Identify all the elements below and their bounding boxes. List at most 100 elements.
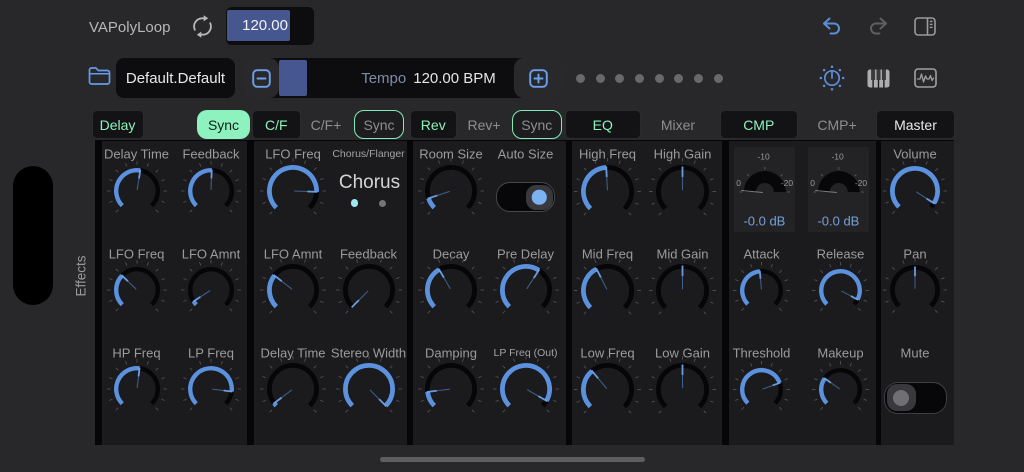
page-dot[interactable]: [576, 74, 585, 83]
minus-icon: [251, 68, 271, 88]
knob-delay-feedback[interactable]: [178, 158, 244, 224]
toggle-auto-size[interactable]: [495, 182, 555, 212]
tab-label: Sync: [363, 116, 395, 133]
folder-icon[interactable]: [88, 66, 111, 86]
meter-scale-label: -10: [757, 152, 770, 162]
tempo-increment-button[interactable]: [514, 58, 562, 98]
tab-cmp-10[interactable]: CMP: [720, 110, 798, 139]
knob-reverb-damping[interactable]: [415, 353, 487, 425]
knob-master-volume[interactable]: [880, 156, 950, 226]
page-dot[interactable]: [634, 74, 644, 83]
effect-panel-chorus-flanger: LFO Freq Chorus/Flanger Chorus LFO Amnt Feed…: [253, 140, 407, 445]
page-dot[interactable]: [654, 74, 664, 83]
tempo-field-value: 120.00: [242, 17, 288, 34]
knob-compressor-makeup[interactable]: [809, 358, 872, 421]
tab-master-12[interactable]: Master: [876, 110, 955, 139]
effects-rack: Delay Time Feedback LFO Freq LFO Amnt HP Fre…: [95, 139, 954, 445]
knob-delay-delay-time[interactable]: [104, 158, 170, 224]
tempo-number-field[interactable]: 120.00: [226, 7, 314, 45]
tab-sync-4[interactable]: Sync: [354, 110, 404, 139]
meter-scale-label: 0: [736, 178, 741, 188]
meter-value-label: -0.0 dB: [743, 214, 785, 229]
knob-eq-mid-gain[interactable]: [646, 254, 719, 327]
knob-delay-lfo-freq[interactable]: [104, 257, 170, 323]
toggle-label: Mute: [900, 345, 930, 360]
knob-eq-low-gain[interactable]: [646, 353, 719, 426]
toggle-knob-dot: [893, 389, 909, 406]
tempo-decrement-button[interactable]: [243, 58, 279, 98]
loop-icon[interactable]: [190, 14, 215, 39]
tab-label: Master: [894, 116, 937, 133]
knob-eq-high-gain[interactable]: [646, 155, 719, 228]
tab-c-f-2[interactable]: C/F: [251, 110, 301, 139]
knob-eq-low-freq[interactable]: [571, 353, 644, 426]
meter-scale-label: -20: [781, 178, 794, 188]
meter-scale-label: 0: [810, 178, 815, 188]
tab-label: Sync: [521, 116, 553, 133]
knob-compressor-threshold[interactable]: [730, 358, 793, 421]
tab-label: EQ: [592, 116, 613, 133]
selector-page-dot[interactable]: [350, 199, 359, 207]
meter-scale-label: -10: [831, 152, 844, 162]
tab-mixer-9[interactable]: Mixer: [652, 110, 704, 139]
redo-icon[interactable]: [868, 16, 889, 37]
knob-delay-lfo-amnt[interactable]: [178, 257, 244, 323]
toggle-thumb: [886, 384, 916, 411]
page-dot[interactable]: [615, 74, 625, 83]
meter-scale-label: -20: [855, 178, 868, 188]
selector-value[interactable]: Chorus: [339, 172, 400, 194]
undo-icon[interactable]: [821, 16, 842, 37]
tempo-slider-handle[interactable]: [279, 60, 307, 96]
knob-chorus-flanger-feedback[interactable]: [333, 254, 405, 326]
knob-chorus-flanger-lfo-freq[interactable]: [257, 155, 329, 227]
tab-rev-5[interactable]: Rev: [410, 110, 457, 139]
page-dot[interactable]: [693, 74, 703, 83]
knob-reverb-lp-freq-out-[interactable]: [490, 353, 562, 425]
page-dot[interactable]: [595, 74, 605, 83]
piano-icon[interactable]: [867, 69, 890, 88]
gain-reduction-meter: 0 -10 -20 -0.0 dB: [734, 147, 795, 232]
dial-icon[interactable]: [819, 65, 845, 91]
toggle-mute[interactable]: [884, 381, 947, 414]
page-dot[interactable]: [713, 74, 723, 83]
waveform-icon[interactable]: [914, 68, 937, 88]
knob-reverb-pre-delay[interactable]: [490, 254, 562, 326]
toggle-label: Auto Size: [497, 146, 554, 162]
knob-eq-mid-freq[interactable]: [571, 254, 644, 327]
knob-delay-lp-freq[interactable]: [178, 356, 244, 422]
toggle-knob-dot: [531, 189, 547, 205]
knob-master-pan[interactable]: [880, 255, 950, 325]
knob-compressor-release[interactable]: [809, 259, 872, 322]
knob-reverb-room-size[interactable]: [415, 155, 487, 227]
knob-chorus-flanger-stereo-width[interactable]: [333, 353, 405, 425]
tab-sync-1[interactable]: Sync: [197, 110, 250, 139]
tab-label: C/F: [264, 116, 288, 133]
tab-label: Rev: [420, 116, 446, 133]
tab-delay-0[interactable]: Delay: [91, 110, 144, 139]
selector-page-dot[interactable]: [379, 199, 386, 207]
effects-rail-label: Effects: [73, 255, 89, 297]
preset-button[interactable]: Default.Default: [116, 58, 235, 98]
horizontal-scrollbar[interactable]: [380, 457, 645, 462]
tempo-value: 120.00 BPM: [413, 69, 496, 87]
page-dot[interactable]: [674, 74, 684, 83]
tempo-label: Tempo: [361, 69, 407, 87]
tab-cmp--11[interactable]: CMP+: [809, 110, 865, 139]
tempo-slider[interactable]: Tempo 120.00 BPM: [243, 58, 562, 98]
knob-reverb-decay[interactable]: [415, 254, 487, 326]
tab-c-f--3[interactable]: C/F+: [303, 110, 349, 139]
tempo-readout: Tempo 120.00 BPM: [343, 58, 514, 98]
tab-label: C/F+: [310, 116, 342, 133]
drawer-handle[interactable]: [13, 166, 53, 305]
knob-chorus-flanger-delay-time[interactable]: [257, 353, 329, 425]
effect-panel-eq: High Freq High Gain Mid Freq Mid Gain Low Fr…: [571, 140, 722, 445]
sidebar-right-icon[interactable]: [914, 17, 936, 36]
knob-delay-hp-freq[interactable]: [104, 356, 170, 422]
tab-eq-8[interactable]: EQ: [565, 110, 641, 139]
tab-rev--6[interactable]: Rev+: [459, 110, 509, 139]
tab-label: Rev+: [467, 116, 501, 133]
knob-compressor-attack[interactable]: [730, 259, 793, 322]
tab-sync-7[interactable]: Sync: [512, 110, 562, 139]
knob-chorus-flanger-lfo-amnt[interactable]: [257, 254, 329, 326]
knob-eq-high-freq[interactable]: [571, 155, 644, 228]
